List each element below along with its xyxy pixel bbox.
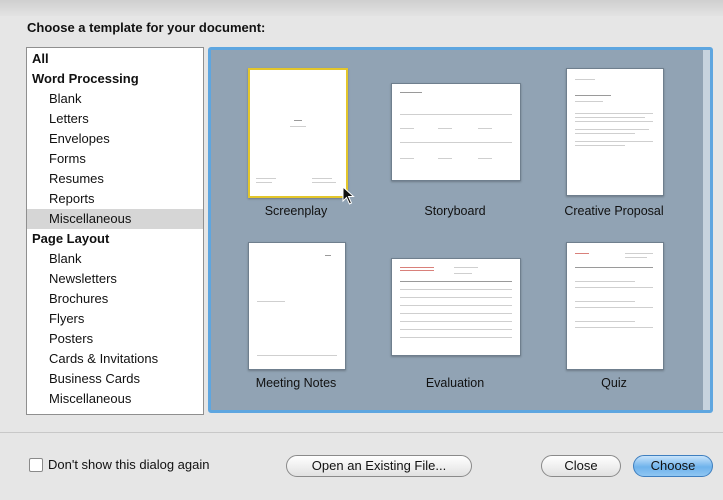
template-quiz[interactable]: Quiz <box>544 230 684 410</box>
category-all[interactable]: All <box>27 49 203 69</box>
dialog-heading: Choose a template for your document: <box>27 20 266 35</box>
category-wp-forms[interactable]: Forms <box>27 149 203 169</box>
category-pl-blank[interactable]: Blank <box>27 249 203 269</box>
template-gallery[interactable]: Screenplay Storyboard Creative Proposal … <box>208 47 713 413</box>
category-pl-cards-invitations[interactable]: Cards & Invitations <box>27 349 203 369</box>
open-existing-file-button[interactable]: Open an Existing File... <box>286 455 472 477</box>
category-wp-reports[interactable]: Reports <box>27 189 203 209</box>
template-label: Creative Proposal <box>564 204 664 218</box>
category-wp-letters[interactable]: Letters <box>27 109 203 129</box>
category-wp-miscellaneous[interactable]: Miscellaneous <box>27 209 203 229</box>
dont-show-again-checkbox[interactable] <box>29 458 43 472</box>
category-pl-business-cards[interactable]: Business Cards <box>27 369 203 389</box>
gallery-scrollbar[interactable] <box>703 50 710 410</box>
template-thumbnail[interactable] <box>248 68 348 198</box>
template-meeting-notes[interactable]: Meeting Notes <box>226 230 366 410</box>
category-pl-brochures[interactable]: Brochures <box>27 289 203 309</box>
category-list[interactable]: All Word Processing Blank Letters Envelo… <box>26 47 204 415</box>
category-wp-resumes[interactable]: Resumes <box>27 169 203 189</box>
window-titlebar <box>0 0 723 16</box>
template-label: Quiz <box>601 376 627 390</box>
category-word-processing[interactable]: Word Processing <box>27 69 203 89</box>
choose-button[interactable]: Choose <box>633 455 713 477</box>
category-pl-newsletters[interactable]: Newsletters <box>27 269 203 289</box>
template-label: Evaluation <box>425 376 485 390</box>
template-label: Storyboard <box>424 204 486 218</box>
dont-show-again-label[interactable]: Don't show this dialog again <box>48 457 209 472</box>
template-thumbnail[interactable] <box>391 258 521 356</box>
template-thumbnail[interactable] <box>391 83 521 181</box>
category-page-layout[interactable]: Page Layout <box>27 229 203 249</box>
template-label: Meeting Notes <box>255 376 337 390</box>
category-wp-envelopes[interactable]: Envelopes <box>27 129 203 149</box>
template-label: Screenplay <box>264 204 328 218</box>
template-storyboard[interactable]: Storyboard <box>385 50 525 230</box>
template-evaluation[interactable]: Evaluation <box>385 230 525 410</box>
mouse-pointer-icon <box>342 186 355 205</box>
close-button[interactable]: Close <box>541 455 621 477</box>
category-wp-blank[interactable]: Blank <box>27 89 203 109</box>
template-thumbnail[interactable] <box>248 242 346 370</box>
template-thumbnail[interactable] <box>566 242 664 370</box>
category-pl-miscellaneous[interactable]: Miscellaneous <box>27 389 203 409</box>
template-creative-proposal[interactable]: Creative Proposal <box>544 50 684 230</box>
category-pl-posters[interactable]: Posters <box>27 329 203 349</box>
category-pl-flyers[interactable]: Flyers <box>27 309 203 329</box>
template-thumbnail[interactable] <box>566 68 664 196</box>
